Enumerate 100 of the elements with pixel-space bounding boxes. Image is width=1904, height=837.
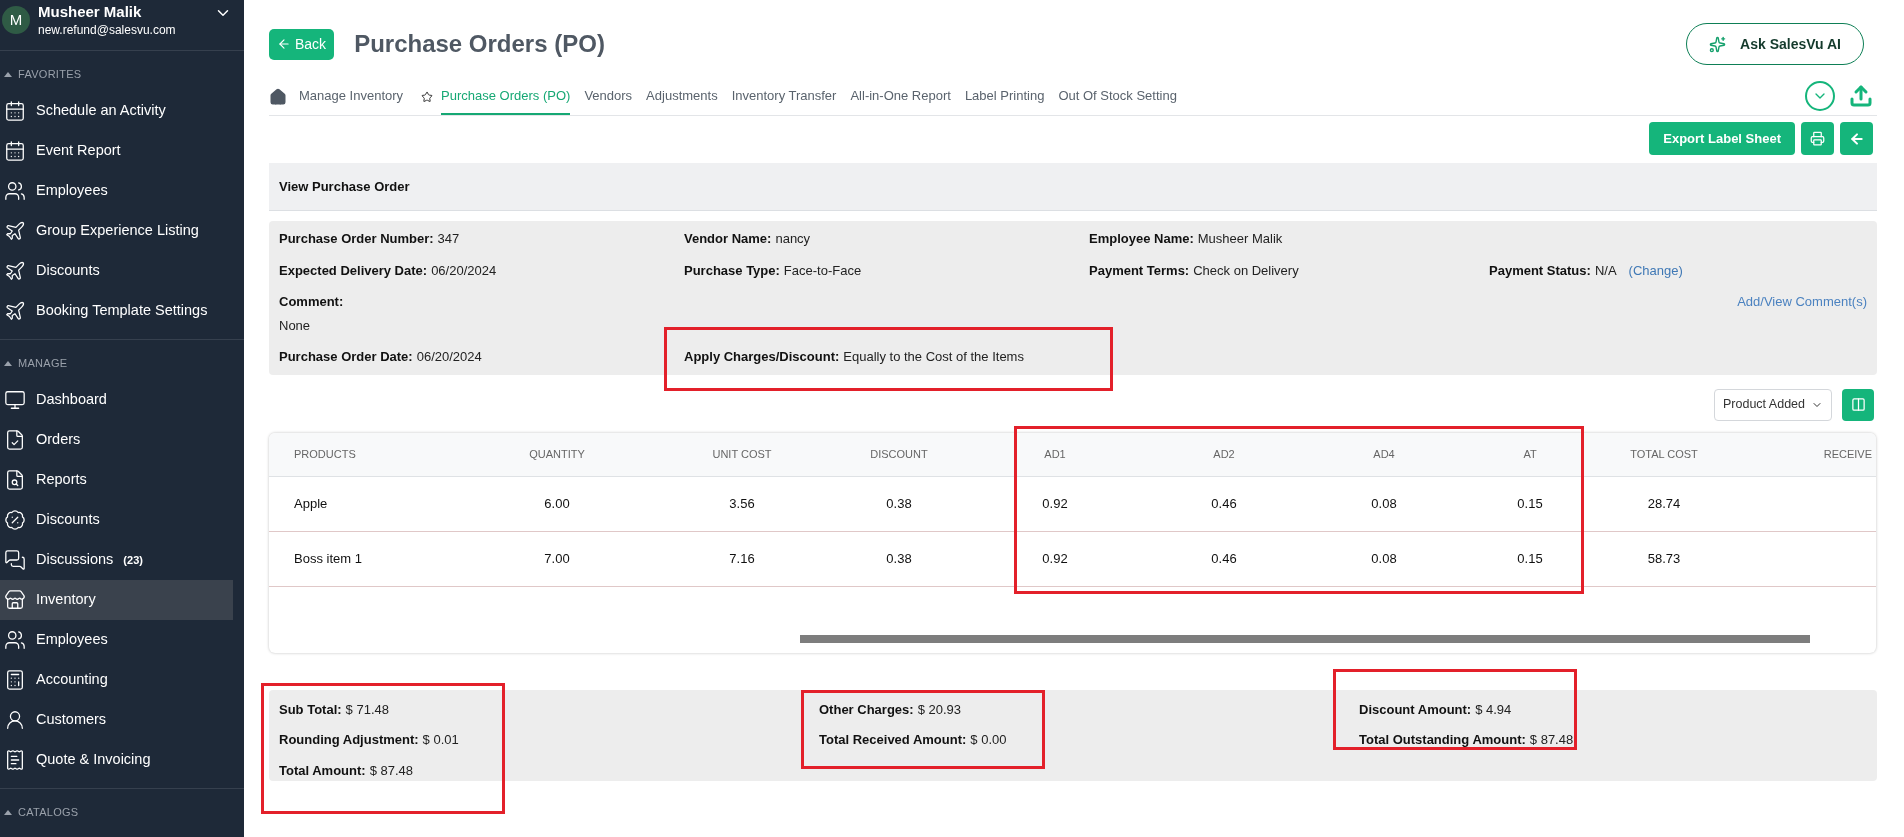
total-value: $ 0.01 <box>422 731 459 749</box>
percent-icon <box>4 509 26 531</box>
sidebar-item-label: Employees <box>36 181 108 201</box>
field-label: Purchase Order Date: <box>279 348 413 366</box>
print-button[interactable] <box>1801 122 1834 155</box>
plane-icon <box>4 260 26 282</box>
columns-icon <box>1850 397 1866 412</box>
sidebar-item-label: Group Experience Listing <box>36 221 199 241</box>
comments-link[interactable]: Add/View Comment(s) <box>1737 292 1867 335</box>
sidebar-item[interactable]: Employees <box>0 620 233 660</box>
change-link[interactable]: (Change) <box>1628 260 1683 280</box>
sidebar-item-label: Employees <box>36 630 108 650</box>
sidebar-item-label: Event Report <box>36 141 121 161</box>
sidebar-item[interactable]: Quote & Invoicing <box>0 740 233 780</box>
sidebar-item[interactable]: Accounting <box>0 660 233 700</box>
chat-icon <box>4 549 26 571</box>
field-label: Comment: <box>279 293 345 311</box>
sidebar-item[interactable]: Employees <box>0 171 233 211</box>
nav-tab[interactable]: Out Of Stock Setting <box>1058 78 1177 115</box>
field-label: Apply Charges/Discount: <box>684 348 840 366</box>
user-email: new.refund@salesvu.com <box>38 22 177 38</box>
sidebar-item[interactable]: Discounts <box>0 251 233 291</box>
section-heading: MANAGE <box>18 355 68 371</box>
caret-icon[interactable] <box>4 809 12 815</box>
sidebar-item[interactable]: Group Experience Listing <box>0 211 233 251</box>
field-label: Payment Status: <box>1489 261 1591 280</box>
table-cell-text: 0.08 <box>1371 549 1397 568</box>
arrow-left-icon <box>1848 130 1865 147</box>
caret-icon[interactable] <box>4 71 12 77</box>
sidebar-item[interactable]: Customers <box>0 700 233 740</box>
total-value: $ 20.93 <box>917 700 961 719</box>
nav-tab[interactable]: Vendors <box>584 78 633 115</box>
sidebar-item[interactable]: Orders <box>0 420 233 460</box>
expand-icon[interactable] <box>1805 81 1835 111</box>
table-cell-text: 0.92 <box>1042 494 1068 513</box>
nav-tab[interactable]: All-in-One Report <box>850 78 951 115</box>
caret-icon[interactable] <box>4 360 12 366</box>
sidebar-item[interactable]: Booking Template Settings <box>0 291 233 331</box>
nav-tab[interactable]: Inventory Transfer <box>731 78 837 115</box>
table-cell-text: 3.56 <box>729 494 755 513</box>
field-value: Equally to the Cost of the Items <box>843 348 1024 366</box>
total-label: Total Outstanding Amount: <box>1359 731 1526 749</box>
sidebar-item[interactable]: Schedule an Activity <box>0 91 233 131</box>
field-value: Face-to-Face <box>783 261 862 280</box>
nav-tab[interactable]: Manage Inventory <box>299 78 404 115</box>
field-value: nancy <box>775 230 811 248</box>
back-arrow-button[interactable] <box>1840 122 1873 155</box>
columns-button[interactable] <box>1842 388 1874 421</box>
table-cell-text: 0.38 <box>886 549 912 568</box>
total-label: Total Amount: <box>279 761 366 780</box>
field-label: Purchase Type: <box>684 261 780 280</box>
star-icon[interactable] <box>421 90 434 103</box>
avatar: M <box>2 6 30 34</box>
total-value: $ 87.48 <box>1529 731 1574 749</box>
sort-select[interactable]: Product Added <box>1714 388 1832 421</box>
column-header: TOTAL COST <box>1629 446 1699 462</box>
plane-icon <box>4 300 26 322</box>
sidebar-item[interactable]: Event Report <box>0 131 233 171</box>
sidebar-item[interactable]: Dashboard <box>0 380 233 420</box>
total-value: $ 87.48 <box>369 761 414 780</box>
table-cell-text: 6.00 <box>544 494 570 513</box>
scrollbar-thumb[interactable] <box>800 634 1810 643</box>
column-header: QUANTITY <box>528 446 586 462</box>
calendar-icon <box>4 100 26 122</box>
total-label: Rounding Adjustment: <box>279 731 419 749</box>
sidebar-item[interactable]: Discounts <box>0 500 233 540</box>
store-icon <box>4 589 26 611</box>
field-label: Payment Terms: <box>1089 261 1190 280</box>
table-cell-text: 0.92 <box>1042 549 1068 568</box>
calculator-icon <box>4 669 26 691</box>
section-heading: FAVORITES <box>18 66 82 82</box>
field-value: 06/20/2024 <box>416 348 482 366</box>
field-value: 347 <box>437 230 460 248</box>
field-value: 06/20/2024 <box>431 261 497 280</box>
calendar-icon <box>4 140 26 162</box>
column-header: AD2 <box>1212 446 1236 462</box>
page-title: Purchase Orders (PO) <box>354 29 605 59</box>
total-label: Other Charges: <box>819 700 914 719</box>
table-cell-text: Apple <box>294 494 328 513</box>
sidebar-item-label: Schedule an Activity <box>36 101 166 121</box>
field-label: Vendor Name: <box>684 230 772 248</box>
sidebar-item[interactable]: Discussions (23) <box>0 540 233 580</box>
sidebar-item-label: Inventory <box>36 590 96 610</box>
column-header: DISCOUNT <box>869 446 929 462</box>
upload-icon[interactable] <box>1849 84 1873 108</box>
sidebar-item[interactable]: Reports <box>0 460 233 500</box>
sidebar-item-label: Orders <box>36 430 81 450</box>
sidebar-item-label: Discussions <box>36 550 114 570</box>
printer-icon <box>1810 131 1825 146</box>
nav-tab[interactable]: Label Printing <box>964 78 1045 115</box>
people-icon <box>4 629 26 651</box>
home-icon[interactable] <box>269 87 287 106</box>
table-cell-text: Boss item 1 <box>294 549 362 568</box>
field-label: Purchase Order Number: <box>279 230 434 248</box>
field-value: Musheer Malik <box>1197 230 1283 248</box>
nav-tab[interactable]: Adjustments <box>646 78 718 115</box>
sidebar-item-label: Accounting <box>36 670 108 690</box>
table-cell-text: 28.74 <box>1647 494 1681 513</box>
sidebar-item[interactable]: Inventory <box>0 580 233 620</box>
sidebar-item-label: Discounts <box>36 261 100 281</box>
